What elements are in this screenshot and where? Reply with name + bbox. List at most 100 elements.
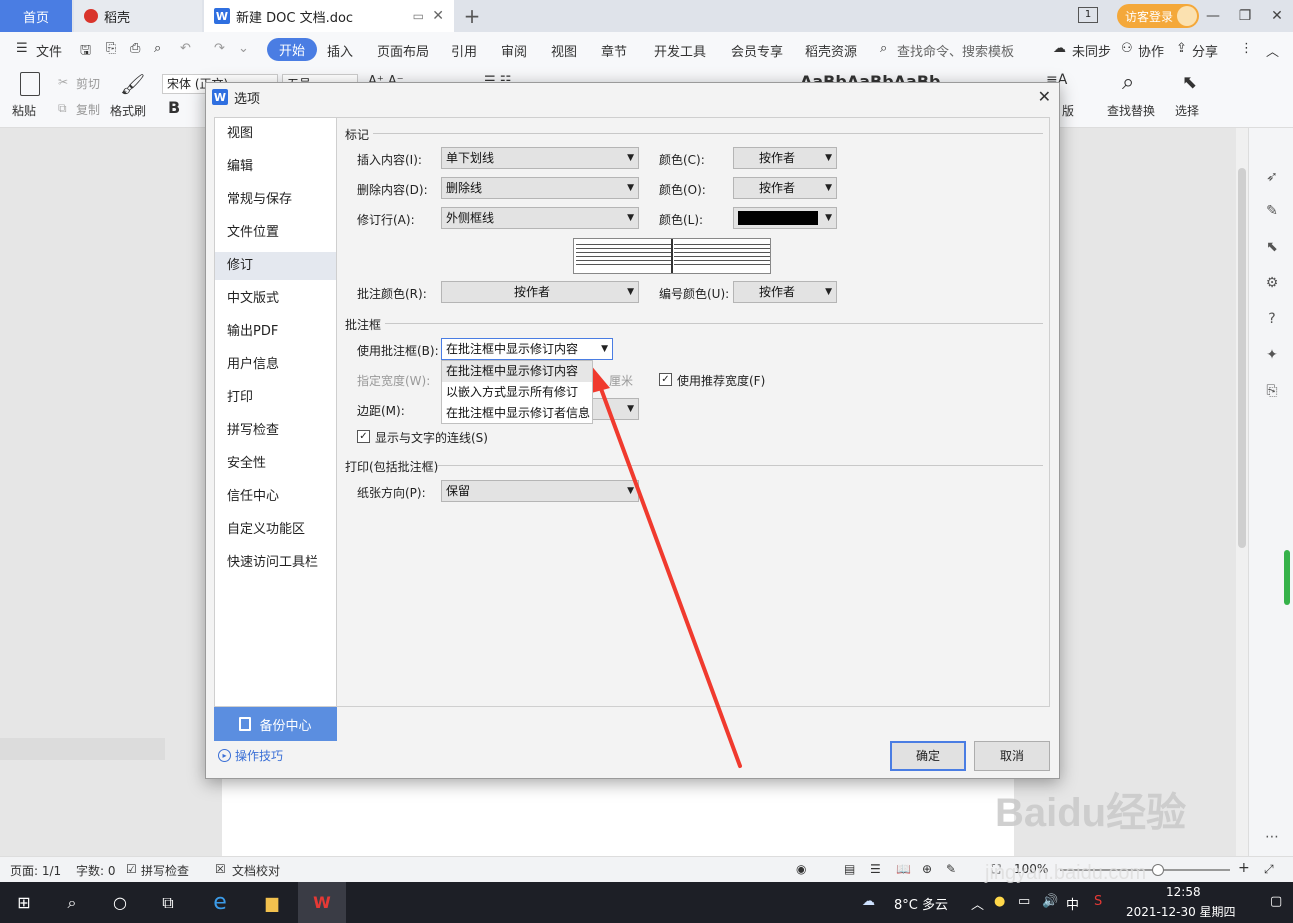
word-count[interactable]: 字数: 0 [76, 862, 116, 879]
settings-sliders-icon[interactable]: ⚙ [1263, 274, 1281, 292]
ok-button[interactable]: 确定 [890, 741, 966, 771]
nav-spellcheck[interactable]: 拼写检查 [215, 417, 336, 445]
collapse-ribbon-icon[interactable]: ︿ [1266, 41, 1279, 60]
login-button[interactable]: 访客登录 [1117, 4, 1199, 28]
use-balloons-select[interactable]: 在批注框中显示修订内容 ▼ [441, 338, 613, 360]
help-icon[interactable]: ? [1263, 310, 1281, 328]
nav-chinese-layout[interactable]: 中文版式 [215, 285, 336, 313]
nav-customize-ribbon[interactable]: 自定义功能区 [215, 516, 336, 544]
copy-button[interactable]: 复制 [76, 101, 100, 118]
save-icon[interactable]: 🖫 [80, 41, 91, 63]
nav-trust-center[interactable]: 信任中心 [215, 483, 336, 511]
menu-references[interactable]: 引用 [451, 41, 477, 60]
menu-file[interactable]: 文件 [36, 41, 62, 60]
read-view-icon[interactable]: 📖 [896, 862, 911, 876]
windows-start-icon[interactable]: ⊞ [0, 882, 48, 923]
file-explorer-icon[interactable]: ▆ [248, 882, 296, 923]
reading-mode-icon[interactable]: 1 [1078, 7, 1098, 23]
fullscreen-icon[interactable]: ⤢ [1264, 862, 1274, 877]
cancel-button[interactable]: 取消 [974, 741, 1050, 771]
proof-button[interactable]: 文档校对 [232, 862, 280, 879]
eye-icon[interactable]: ◉ [796, 862, 806, 876]
share-button[interactable]: 分享 [1192, 41, 1218, 60]
write-view-icon[interactable]: ✎ [946, 862, 956, 876]
nav-edit[interactable]: 编辑 [215, 153, 336, 181]
redo-icon[interactable]: ↷ [214, 41, 225, 56]
collab-button[interactable]: 协作 [1138, 41, 1164, 60]
zoom-slider-knob[interactable] [1152, 864, 1164, 876]
balloon-option-show-reviewer[interactable]: 在批注框中显示修订者信息 [442, 403, 592, 424]
clock-date[interactable]: 2021-12-30 星期四 [1126, 903, 1236, 920]
rocket-icon[interactable]: ➶ [1263, 168, 1281, 186]
pointer-icon[interactable]: ⬉ [1263, 238, 1281, 256]
ime-indicator[interactable]: 中 [1066, 894, 1079, 913]
menu-review[interactable]: 审阅 [501, 41, 527, 60]
sogou-icon[interactable]: S [1094, 894, 1102, 909]
dialog-close-icon[interactable]: ✕ [1038, 87, 1051, 106]
spellcheck-button[interactable]: 拼写检查 [141, 862, 189, 879]
minimize-icon[interactable]: — [1197, 8, 1229, 24]
undo-icon[interactable]: ↶ [180, 41, 191, 56]
recommend-width-checkbox[interactable]: ✓ [659, 373, 672, 386]
nav-print[interactable]: 打印 [215, 384, 336, 412]
nav-track-changes[interactable]: 修订 [215, 252, 336, 280]
tray-expand-icon[interactable]: ︿ [971, 894, 984, 913]
menu-member[interactable]: 会员专享 [731, 41, 783, 60]
export-icon[interactable]: ⎘ [106, 41, 116, 56]
menu-page-layout[interactable]: 页面布局 [377, 41, 429, 60]
clock-time[interactable]: 12:58 [1166, 885, 1201, 899]
network-icon[interactable]: ▭ [1018, 894, 1030, 909]
bold-icon[interactable]: B [168, 98, 180, 117]
share-panel-icon[interactable]: ⎘ [1263, 382, 1281, 400]
changed-line-color-select[interactable]: ▼ [733, 207, 837, 229]
tab-document[interactable]: W 新建 DOC 文档.doc ▭ ✕ [204, 0, 454, 32]
nav-general-save[interactable]: 常规与保存 [215, 186, 336, 214]
close-window-icon[interactable]: ✕ [1261, 8, 1293, 24]
preview-icon[interactable]: ⌕ [154, 41, 161, 56]
menu-developer[interactable]: 开发工具 [654, 41, 706, 60]
format-painter-button[interactable]: 格式刷 [110, 102, 146, 119]
page-view-icon[interactable]: ▤ [844, 862, 855, 876]
more-menu-icon[interactable]: ⋮ [1240, 41, 1253, 56]
task-view-icon[interactable]: ⧉ [146, 882, 190, 923]
insert-color-select[interactable]: 按作者 ▼ [733, 147, 837, 169]
balloon-option-show-revisions[interactable]: 在批注框中显示修订内容 [442, 361, 592, 382]
nav-view[interactable]: 视图 [215, 120, 336, 148]
web-view-icon[interactable]: ⊕ [922, 862, 932, 876]
search-taskbar-icon[interactable]: ⌕ [50, 882, 94, 923]
orientation-select[interactable]: 保留 ▼ [441, 480, 639, 502]
tab-daoke[interactable]: 稻壳 [74, 0, 202, 32]
close-tab-icon[interactable]: ✕ [432, 8, 444, 24]
show-lines-checkbox[interactable]: ✓ [357, 430, 370, 443]
more-icon[interactable]: ⌄ [238, 41, 249, 56]
delete-color-select[interactable]: 按作者 ▼ [733, 177, 837, 199]
tray-app-icon[interactable]: ● [994, 894, 1005, 909]
volume-icon[interactable]: 🔊 [1042, 894, 1058, 909]
nav-security[interactable]: 安全性 [215, 450, 336, 478]
tips-link[interactable]: ▸ 操作技巧 [218, 747, 283, 764]
menu-home[interactable]: 开始 [267, 38, 318, 61]
tab-home[interactable]: 首页 [0, 0, 72, 32]
new-tab-button[interactable]: + [460, 0, 484, 32]
print-icon[interactable]: ⎙ [130, 41, 140, 56]
backup-center-button[interactable]: 备份中心 [214, 707, 337, 741]
zoom-in-icon[interactable]: + [1238, 860, 1250, 876]
select-button[interactable]: 选择 [1175, 102, 1199, 119]
menu-section[interactable]: 章节 [601, 41, 627, 60]
find-replace-button[interactable]: 查找替换 [1107, 102, 1155, 119]
scrollbar-thumb[interactable] [1238, 168, 1246, 548]
restore-icon[interactable]: ❐ [1229, 8, 1261, 24]
nav-user-info[interactable]: 用户信息 [215, 351, 336, 379]
nav-file-locations[interactable]: 文件位置 [215, 219, 336, 247]
edge-icon[interactable]: e [196, 882, 244, 923]
balloon-option-inline[interactable]: 以嵌入方式显示所有修订 [442, 382, 592, 403]
pin-icon[interactable]: ▭ [413, 9, 424, 23]
sparkle-icon[interactable]: ✦ [1263, 346, 1281, 364]
layout-button[interactable]: 版 [1062, 102, 1074, 119]
paste-button[interactable]: 粘贴 [12, 102, 36, 119]
cut-button[interactable]: 剪切 [76, 75, 100, 92]
pen-icon[interactable]: ✎ [1263, 202, 1281, 220]
cortana-icon[interactable]: ○ [98, 882, 142, 923]
insert-style-select[interactable]: 单下划线 ▼ [441, 147, 639, 169]
menu-insert[interactable]: 插入 [327, 41, 353, 60]
